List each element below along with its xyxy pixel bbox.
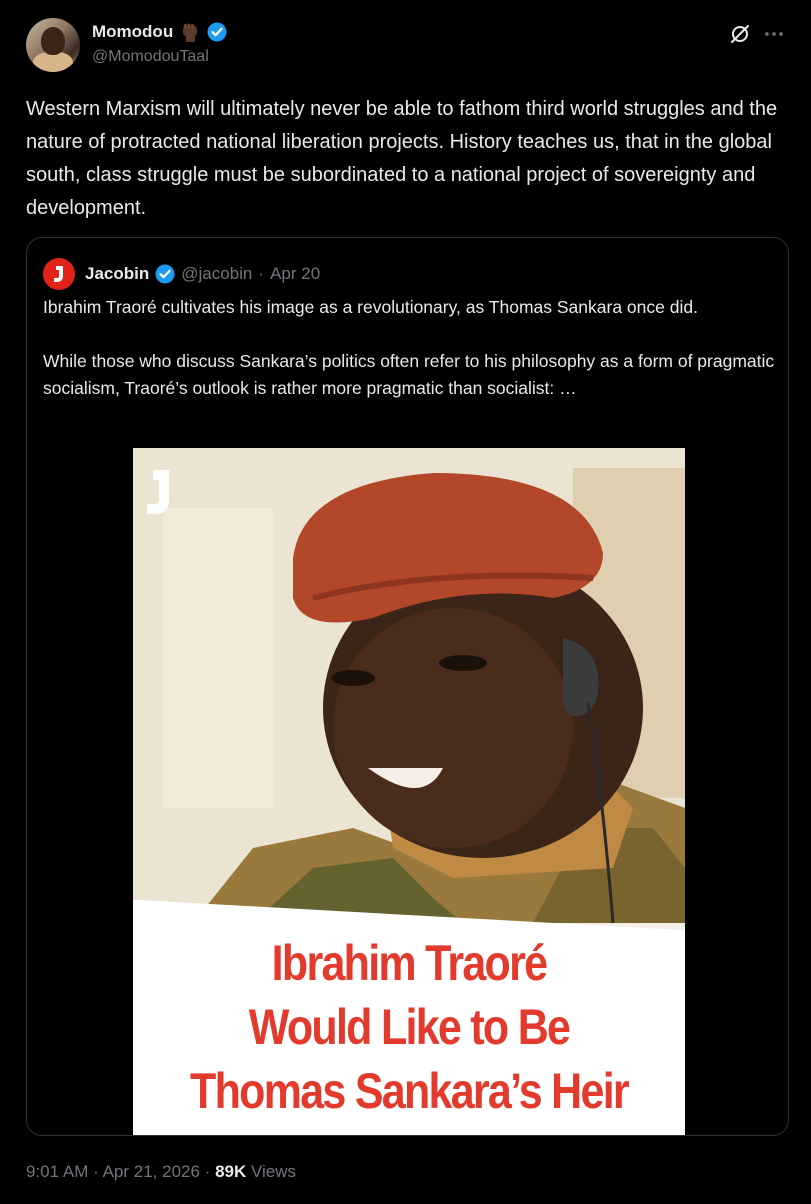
- photo: [133, 448, 685, 924]
- tweet-date[interactable]: Apr 21, 2026: [103, 1162, 200, 1181]
- separator-dot: ·: [204, 1162, 211, 1181]
- tweet-header: Momodou @MomodouTaal: [26, 18, 786, 74]
- quoted-paragraph: While those who discuss Sankara’s politi…: [43, 351, 775, 398]
- headline-line: Ibrahim Traoré: [271, 935, 548, 991]
- views-label: Views: [251, 1162, 297, 1181]
- views-count: 89K: [215, 1162, 247, 1181]
- headline-line: Thomas Sankara’s Heir: [190, 1063, 630, 1119]
- author-name-row: Momodou: [92, 21, 227, 43]
- quoted-tweet-text: Ibrahim Traoré cultivates his image as a…: [43, 294, 778, 402]
- quoted-tweet-header: Jacobin @jacobin · Apr 20: [43, 258, 320, 290]
- quoted-paragraph: Ibrahim Traoré cultivates his image as a…: [43, 297, 698, 317]
- verified-icon: [155, 264, 175, 284]
- headline-line: Would Like to Be: [248, 999, 571, 1055]
- separator-dot: ·: [258, 264, 265, 283]
- raised-fist-icon: [179, 21, 201, 43]
- quoted-tweet[interactable]: Jacobin @jacobin · Apr 20 Ibrahim Traoré…: [26, 237, 789, 1136]
- separator-dot: ·: [93, 1162, 99, 1181]
- quoted-tweet-date[interactable]: Apr 20: [270, 264, 320, 284]
- verified-icon: [207, 22, 227, 42]
- grok-icon[interactable]: [728, 22, 752, 46]
- tweet-text: Western Marxism will ultimately never be…: [26, 98, 778, 219]
- quoted-tweet-image[interactable]: Ibrahim Traoré Would Like to Be Thomas S…: [133, 448, 685, 1135]
- author-handle[interactable]: @MomodouTaal: [92, 48, 209, 66]
- avatar[interactable]: [26, 18, 80, 72]
- tweet-meta: 9:01 AM · Apr 21, 2026 · 89K Views: [26, 1162, 296, 1182]
- jacobin-logo-icon[interactable]: [43, 258, 75, 290]
- author-display-name[interactable]: Momodou: [92, 22, 173, 42]
- more-icon[interactable]: [762, 22, 786, 46]
- quoted-author-name[interactable]: Jacobin: [85, 264, 149, 284]
- quoted-author-handle[interactable]: @jacobin: [181, 264, 252, 284]
- tweet-time[interactable]: 9:01 AM: [26, 1162, 88, 1181]
